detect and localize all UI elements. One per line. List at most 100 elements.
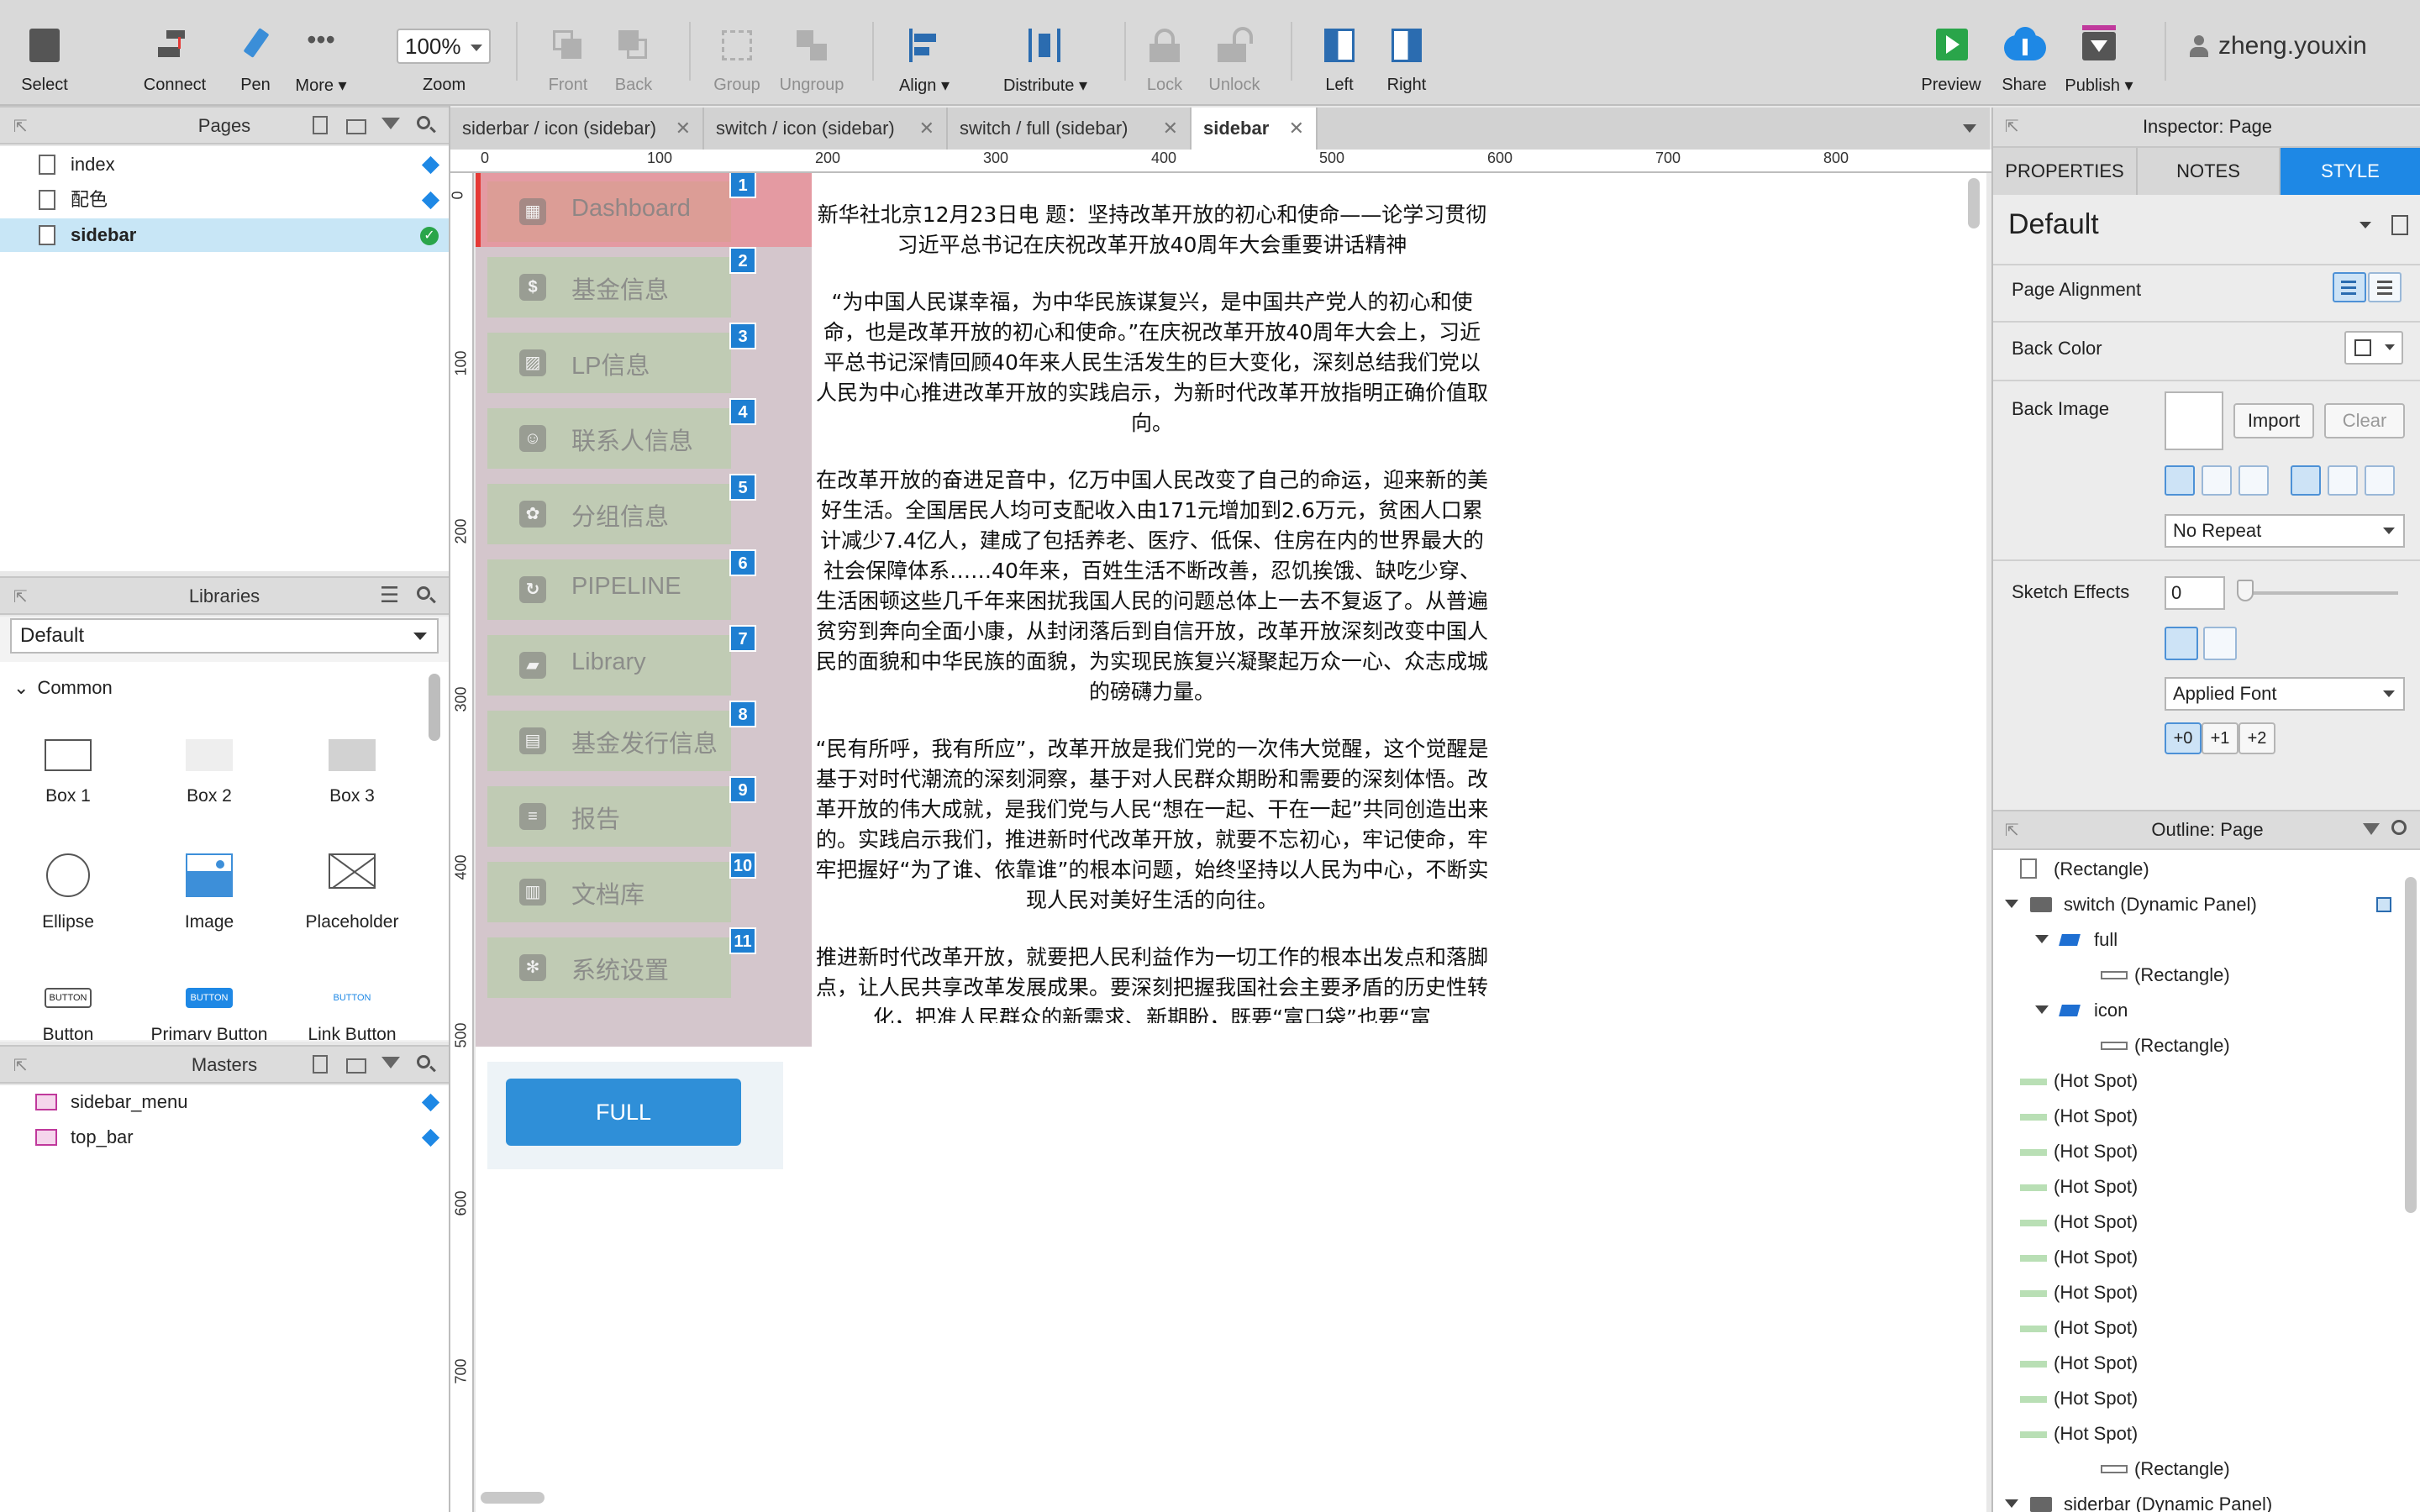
font-step-1[interactable]: +1 bbox=[2202, 722, 2238, 754]
page-item-colors[interactable]: 配色 bbox=[0, 183, 449, 217]
preview-button[interactable]: Preview bbox=[1919, 12, 1983, 96]
outline-row[interactable]: switch (Dynamic Panel) bbox=[1993, 887, 2405, 922]
user-menu[interactable]: zheng.youxin bbox=[2190, 32, 2367, 60]
expand-toggle-icon[interactable] bbox=[2035, 1005, 2049, 1021]
back-button[interactable]: Back bbox=[608, 12, 659, 96]
add-folder-icon[interactable] bbox=[345, 1053, 366, 1075]
master-item-sidebar-menu[interactable]: sidebar_menu bbox=[0, 1085, 449, 1119]
filter-icon[interactable] bbox=[380, 1053, 402, 1075]
canvas-horizontal-scrollbar[interactable] bbox=[481, 1492, 544, 1504]
library-group-common[interactable]: ⌄ Common bbox=[13, 677, 113, 699]
sketch-value-input[interactable]: 0 bbox=[2165, 576, 2225, 610]
menu-icon[interactable]: ☰ bbox=[380, 584, 402, 606]
outline-row[interactable]: (Rectangle) bbox=[1993, 958, 2405, 993]
right-panel-button[interactable]: Right bbox=[1381, 12, 1432, 96]
canvas-vertical-scrollbar[interactable] bbox=[1968, 178, 1980, 228]
tab-switch-full[interactable]: switch / full (sidebar) ✕ bbox=[948, 108, 1192, 151]
unlock-button[interactable]: Unlock bbox=[1203, 12, 1265, 96]
outline-row[interactable]: (Hot Spot) bbox=[1993, 1169, 2405, 1205]
filter-icon[interactable] bbox=[2363, 823, 2380, 843]
search-icon[interactable] bbox=[415, 1053, 437, 1075]
tab-sidebar-icon[interactable]: siderbar / icon (sidebar) ✕ bbox=[450, 108, 704, 151]
outline-row[interactable]: (Hot Spot) bbox=[1993, 1205, 2405, 1240]
font-step-0[interactable]: +0 bbox=[2165, 722, 2202, 754]
sidebar-menu-item[interactable]: ↻ PIPELINE 6 bbox=[476, 549, 807, 627]
full-button[interactable]: FULL bbox=[506, 1079, 741, 1146]
sketch-slider[interactable] bbox=[2242, 591, 2398, 595]
search-icon[interactable] bbox=[415, 114, 437, 136]
distribute-button[interactable]: Distribute ▾ bbox=[995, 12, 1096, 96]
back-color-picker[interactable] bbox=[2344, 331, 2403, 365]
more-button[interactable]: ••• More ▾ bbox=[291, 12, 351, 96]
widget-ellipse[interactable]: Ellipse bbox=[5, 853, 131, 971]
expand-toggle-icon[interactable] bbox=[2005, 1499, 2018, 1512]
outline-row[interactable]: (Hot Spot) bbox=[1993, 1416, 2405, 1452]
outline-row[interactable]: siderbar (Dynamic Panel) bbox=[1993, 1487, 2405, 1512]
outline-row[interactable]: (Rectangle) bbox=[1993, 1028, 2405, 1063]
font-step-2[interactable]: +2 bbox=[2238, 722, 2275, 754]
page-item-index[interactable]: index bbox=[0, 148, 449, 181]
select-button[interactable]: Select bbox=[15, 12, 74, 96]
img-align-right-icon[interactable] bbox=[2238, 465, 2269, 496]
design-canvas[interactable]: 新华社北京12月23日电 题：坚持改革开放的初心和使命——论学习贯彻习近平总书记… bbox=[476, 173, 1986, 1512]
sidebar-menu-item[interactable]: ▰ Library 7 bbox=[476, 625, 807, 702]
widget-box-2[interactable]: Box 2 bbox=[146, 739, 272, 857]
close-icon[interactable]: ✕ bbox=[676, 108, 691, 150]
outline-row[interactable]: (Hot Spot) bbox=[1993, 1134, 2405, 1169]
outline-row[interactable]: (Hot Spot) bbox=[1993, 1310, 2405, 1346]
zoom-select[interactable]: 100% bbox=[397, 29, 491, 64]
search-icon[interactable] bbox=[415, 585, 437, 606]
share-button[interactable]: Share bbox=[1996, 12, 2052, 96]
align-center-icon[interactable] bbox=[2368, 272, 2402, 302]
outline-row[interactable]: (Rectangle) bbox=[1993, 852, 2405, 887]
search-icon[interactable] bbox=[2391, 820, 2407, 835]
add-page-icon[interactable] bbox=[309, 114, 331, 136]
tab-notes[interactable]: NOTES bbox=[2138, 148, 2281, 195]
tab-switch-icon[interactable]: switch / icon (sidebar) ✕ bbox=[704, 108, 948, 151]
library-scrollbar[interactable] bbox=[429, 674, 440, 741]
tab-overflow-icon[interactable] bbox=[1963, 124, 1976, 139]
close-icon[interactable]: ✕ bbox=[1289, 108, 1304, 150]
add-master-icon[interactable] bbox=[309, 1053, 331, 1075]
align-left-icon[interactable] bbox=[2333, 272, 2366, 302]
close-icon[interactable]: ✕ bbox=[919, 108, 934, 150]
outline-row[interactable]: (Hot Spot) bbox=[1993, 1063, 2405, 1099]
expand-toggle-icon[interactable] bbox=[2035, 935, 2049, 950]
sketch-color-icon[interactable] bbox=[2165, 627, 2198, 660]
front-button[interactable]: Front bbox=[543, 12, 593, 96]
sidebar-menu-item[interactable]: $ 基金信息 2 bbox=[476, 247, 807, 324]
master-item-top-bar[interactable]: top_bar bbox=[0, 1121, 449, 1154]
sidebar-menu-item[interactable]: ▤ 基金发行信息 8 bbox=[476, 701, 807, 778]
widget-link-button[interactable]: BUTTON Link Button bbox=[289, 988, 415, 1040]
img-align-center-icon[interactable] bbox=[2202, 465, 2232, 496]
outline-row[interactable]: (Hot Spot) bbox=[1993, 1275, 2405, 1310]
publish-button[interactable]: Publish ▾ bbox=[2064, 12, 2134, 96]
add-folder-icon[interactable] bbox=[345, 114, 366, 136]
outline-row[interactable]: (Hot Spot) bbox=[1993, 1240, 2405, 1275]
widget-primary-button[interactable]: BUTTON Primary Button bbox=[146, 988, 272, 1040]
page-item-sidebar[interactable]: sidebar ✓ bbox=[0, 218, 449, 252]
edit-style-icon[interactable] bbox=[2391, 215, 2408, 235]
clear-button[interactable]: Clear bbox=[2324, 403, 2405, 438]
img-valign-bottom-icon[interactable] bbox=[2365, 465, 2395, 496]
back-image-preview[interactable] bbox=[2165, 391, 2223, 450]
outline-row[interactable]: full bbox=[1993, 922, 2405, 958]
outline-scrollbar[interactable] bbox=[2405, 877, 2417, 1213]
outline-row[interactable]: (Rectangle) bbox=[1993, 1452, 2405, 1487]
sketch-slider-handle[interactable] bbox=[2237, 580, 2254, 601]
pen-button[interactable]: Pen bbox=[230, 12, 281, 96]
sidebar-menu-item[interactable]: ✿ 分组信息 5 bbox=[476, 474, 807, 551]
sidebar-menu-item[interactable]: ▨ LP信息 3 bbox=[476, 323, 807, 400]
sidebar-menu-item[interactable]: ▥ 文档库 10 bbox=[476, 852, 807, 929]
outline-row[interactable]: (Hot Spot) bbox=[1993, 1099, 2405, 1134]
library-select[interactable]: Default bbox=[10, 618, 439, 654]
sidebar-menu-item[interactable]: ☺ 联系人信息 4 bbox=[476, 398, 807, 475]
repeat-select[interactable]: No Repeat bbox=[2165, 514, 2405, 548]
expand-toggle-icon[interactable] bbox=[2005, 900, 2018, 915]
img-valign-top-icon[interactable] bbox=[2291, 465, 2321, 496]
outline-row[interactable]: icon bbox=[1993, 993, 2405, 1028]
left-panel-button[interactable]: Left bbox=[1316, 12, 1363, 96]
switch-panel[interactable]: FULL bbox=[487, 1062, 783, 1169]
ungroup-button[interactable]: Ungroup bbox=[776, 12, 847, 96]
connect-button[interactable]: Connect bbox=[141, 12, 208, 96]
